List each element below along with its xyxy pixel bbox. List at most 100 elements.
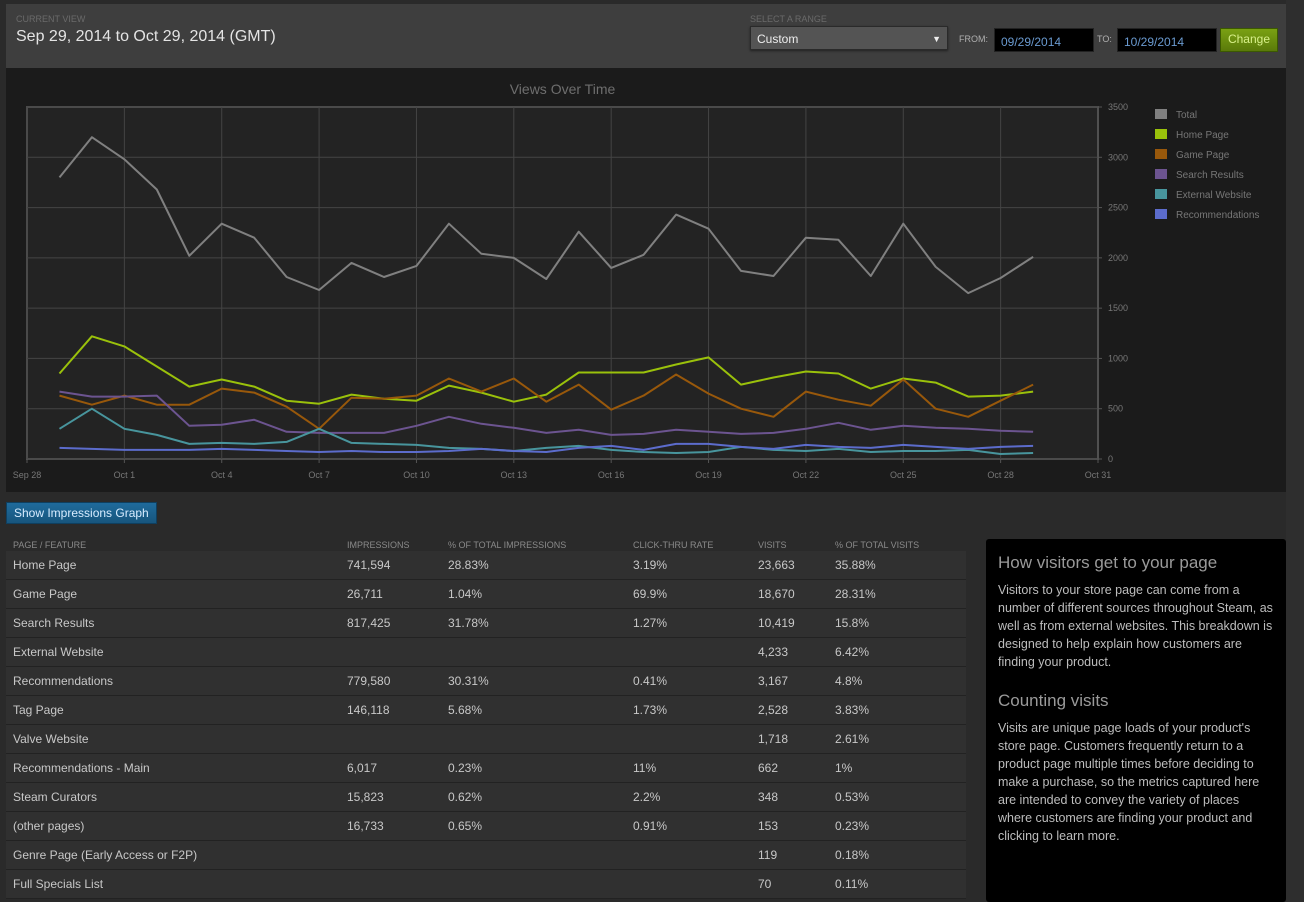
cell-visits: 70 (758, 877, 772, 891)
current-view-title: Sep 29, 2014 to Oct 29, 2014 (GMT) (16, 28, 276, 45)
cell-impressions: 16,733 (347, 819, 384, 833)
cell-page: Valve Website (13, 732, 89, 746)
y-tick-label: 500 (1108, 404, 1123, 414)
table-row: Search Results 817,425 31.78% 1.27% 10,419 15… (6, 609, 966, 638)
cell-pct-impressions: 0.62% (448, 790, 483, 804)
x-tick-label: Oct 1 (114, 470, 136, 480)
legend-label: External Website (1176, 190, 1252, 201)
show-impressions-graph-button[interactable]: Show Impressions Graph (6, 502, 157, 524)
cell-visits: 348 (758, 790, 779, 804)
cell-pct-visits: 0.11% (835, 877, 869, 891)
cell-pct-impressions: 30.31% (448, 674, 489, 688)
cell-visits: 4,233 (758, 645, 789, 659)
cell-visits: 2,528 (758, 703, 789, 717)
y-tick-label: 3000 (1108, 152, 1128, 162)
table-row: Full Specials List 70 0.11% (6, 870, 966, 899)
cell-visits: 23,663 (758, 558, 795, 572)
range-select-value: Custom (757, 32, 799, 46)
x-tick-label: Oct 4 (211, 470, 233, 480)
range-label: SELECT A RANGE (750, 14, 827, 24)
cell-pct-visits: 35.88% (835, 558, 876, 572)
views-over-time-chart: Views Over Time 0 500 1000 1500 2000 2500 3000 3… (13, 81, 1260, 480)
legend-swatch (1155, 189, 1167, 199)
col-header-page: PAGE / FEATURE (13, 540, 87, 550)
help-text-counting: Visits are unique page loads of your pro… (998, 721, 1260, 843)
cell-impressions: 779,580 (347, 674, 391, 688)
legend-label: Game Page (1176, 150, 1230, 161)
cell-impressions: 15,823 (347, 790, 384, 804)
legend-swatch (1155, 109, 1167, 119)
current-view-label: CURRENT VIEW (16, 14, 86, 24)
to-date-input[interactable] (1117, 28, 1217, 52)
cell-pct-impressions: 1.04% (448, 587, 483, 601)
cell-ctr: 3.19% (633, 558, 668, 572)
table-row: Recommendations 779,580 30.31% 0.41% 3,167 4.… (6, 667, 966, 696)
x-tick-label: Oct 28 (987, 470, 1014, 480)
change-button[interactable]: Change (1220, 28, 1278, 52)
legend-label: Total (1176, 110, 1197, 121)
cell-visits: 3,167 (758, 674, 789, 688)
cell-page: External Website (13, 645, 104, 659)
table-row: Valve Website 1,718 2.61% (6, 725, 966, 754)
y-tick-label: 1000 (1108, 353, 1128, 363)
y-tick-label: 1500 (1108, 303, 1128, 313)
cell-pct-impressions: 5.68% (448, 703, 483, 717)
range-select[interactable]: Custom ▼ (750, 26, 948, 50)
traffic-table: Home Page 741,594 28.83% 3.19% 23,663 35.88% G… (6, 551, 966, 899)
x-tick-label: Oct 16 (598, 470, 625, 480)
cell-page: Tag Page (13, 703, 64, 717)
cell-pct-visits: 0.53% (835, 790, 870, 804)
cell-pct-visits: 3.83% (835, 703, 870, 717)
col-header-impressions: IMPRESSIONS (347, 540, 410, 550)
cell-ctr: 1.27% (633, 616, 668, 630)
cell-visits: 18,670 (758, 587, 795, 601)
cell-pct-visits: 15.8% (835, 616, 870, 630)
cell-pct-impressions: 0.65% (448, 819, 483, 833)
cell-ctr: 69.9% (633, 587, 668, 601)
x-tick-label: Oct 19 (695, 470, 722, 480)
legend-swatch (1155, 129, 1167, 139)
table-row: Home Page 741,594 28.83% 3.19% 23,663 35.88% (6, 551, 966, 580)
y-tick-label: 3500 (1108, 102, 1128, 112)
x-tick-label: Oct 25 (890, 470, 917, 480)
cell-visits: 119 (758, 848, 778, 862)
cell-page: Recommendations - Main (13, 761, 150, 775)
cell-pct-impressions: 31.78% (448, 616, 489, 630)
table-row: Game Page 26,711 1.04% 69.9% 18,670 28.31% (6, 580, 966, 609)
help-panel: How visitors get to your page Visitors t… (986, 539, 1286, 902)
cell-pct-visits: 1% (835, 761, 853, 775)
cell-pct-visits: 2.61% (835, 732, 870, 746)
cell-page: Home Page (13, 558, 77, 572)
plot-area (26, 106, 1099, 460)
cell-pct-visits: 0.18% (835, 848, 870, 862)
to-label: TO: (1097, 34, 1112, 44)
y-tick-label: 2500 (1108, 203, 1128, 213)
from-label: FROM: (959, 34, 988, 44)
cell-visits: 10,419 (758, 616, 795, 630)
table-row: Recommendations - Main 6,017 0.23% 11% 662 1% (6, 754, 966, 783)
cell-pct-impressions: 0.23% (448, 761, 483, 775)
table-row: Tag Page 146,118 5.68% 1.73% 2,528 3.83% (6, 696, 966, 725)
legend-label: Recommendations (1176, 210, 1259, 221)
cell-visits: 153 (758, 819, 779, 833)
dropdown-arrow-icon: ▼ (932, 34, 941, 44)
help-text-visitors: Visitors to your store page can come fro… (998, 583, 1273, 669)
cell-pct-visits: 28.31% (835, 587, 876, 601)
cell-pct-visits: 4.8% (835, 674, 863, 688)
y-tick-label: 2000 (1108, 253, 1128, 263)
x-tick-label: Oct 7 (308, 470, 330, 480)
col-header-visits: VISITS (758, 540, 787, 550)
cell-impressions: 146,118 (347, 703, 390, 717)
help-heading-counting: Counting visits (998, 691, 1109, 710)
legend-label: Home Page (1176, 130, 1229, 141)
cell-ctr: 2.2% (633, 790, 661, 804)
from-date-input[interactable] (994, 28, 1094, 52)
legend-swatch (1155, 169, 1167, 179)
x-tick-label: Oct 22 (793, 470, 820, 480)
cell-ctr: 1.73% (633, 703, 668, 717)
chart-title: Views Over Time (510, 81, 616, 97)
cell-impressions: 6,017 (347, 761, 378, 775)
table-row: External Website 4,233 6.42% (6, 638, 966, 667)
cell-page: Search Results (13, 616, 95, 630)
cell-pct-impressions: 28.83% (448, 558, 489, 572)
